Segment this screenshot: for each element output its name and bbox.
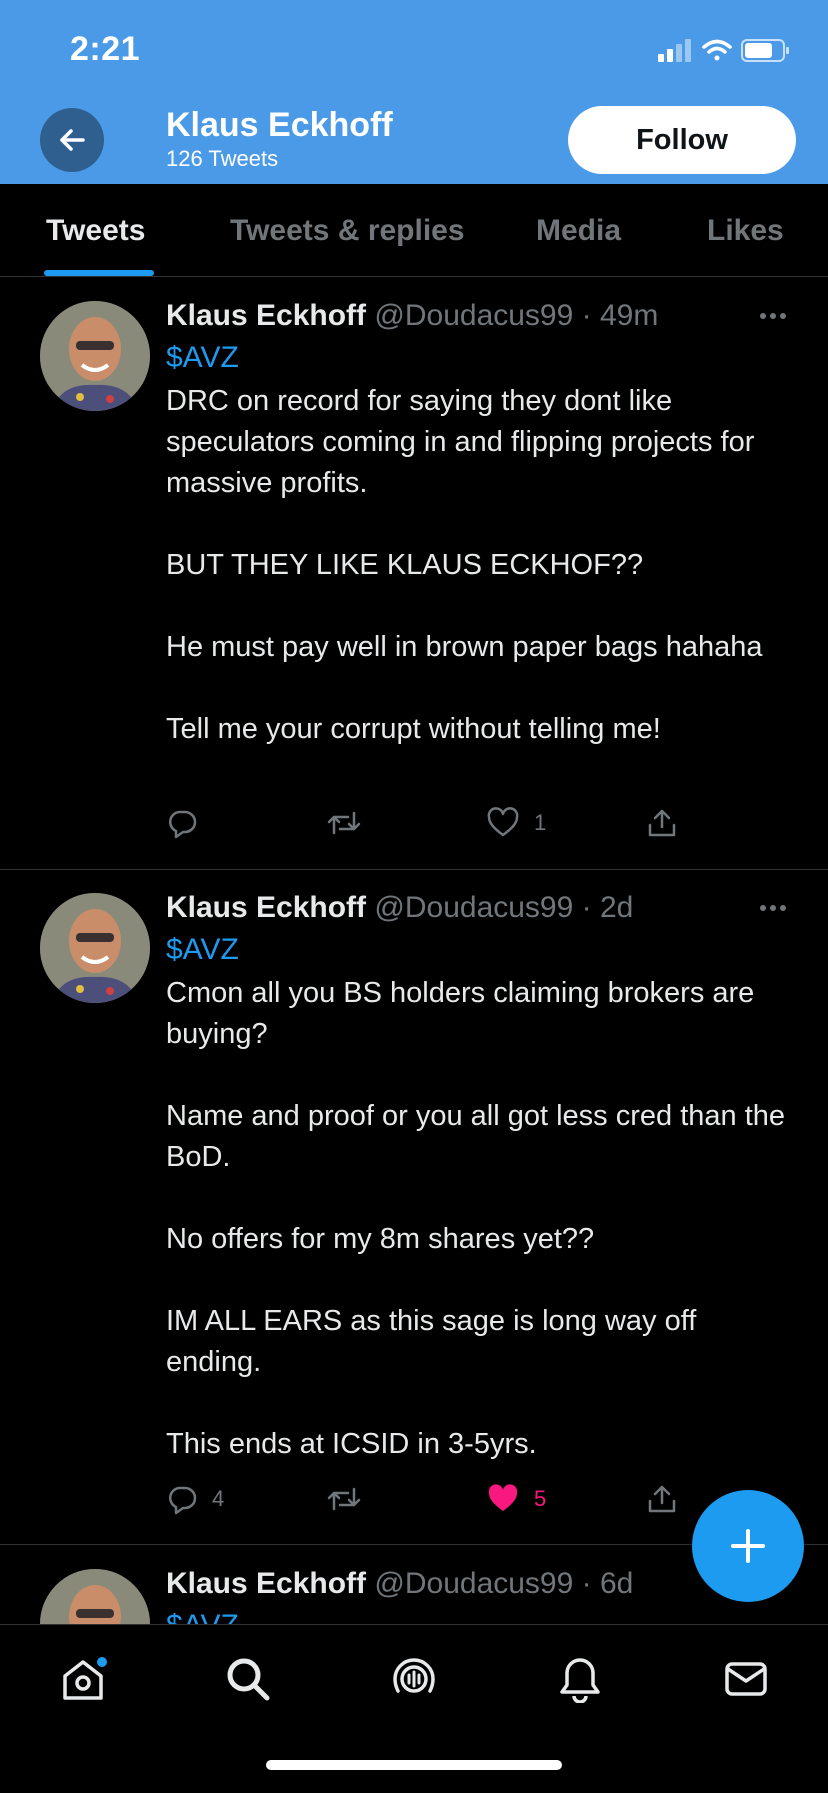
avatar-image bbox=[40, 1569, 150, 1624]
tweet-text: DRC on record for saying they dont like … bbox=[166, 385, 763, 745]
tweet-count: 126 Tweets bbox=[166, 146, 279, 171]
reply-button[interactable]: 4 bbox=[166, 1481, 224, 1517]
avatar[interactable] bbox=[40, 301, 150, 411]
author-name[interactable]: Klaus Eckhoff bbox=[166, 891, 366, 924]
retweet-icon bbox=[327, 811, 361, 835]
profile-header: 2:21 Klaus Eckhoff 126 Tweets Follow bbox=[0, 0, 828, 184]
author-handle[interactable]: @Doudacus99 bbox=[374, 299, 573, 332]
tab-likes[interactable]: Likes bbox=[707, 214, 784, 248]
tab-tweets-replies[interactable]: Tweets & replies bbox=[230, 214, 465, 248]
more-horizontal-icon[interactable] bbox=[758, 311, 788, 321]
messages-icon bbox=[725, 1662, 767, 1696]
plus-icon bbox=[731, 1529, 765, 1563]
share-button[interactable] bbox=[646, 805, 678, 841]
tweet[interactable]: Klaus Eckhoff @Doudacus99 · 2d $AVZ Cmon… bbox=[0, 869, 828, 1545]
reply-icon bbox=[169, 1486, 197, 1515]
reply-count: 4 bbox=[212, 1486, 225, 1511]
tweet-time[interactable]: 2d bbox=[600, 891, 633, 924]
cashtag-link[interactable]: $AVZ bbox=[166, 1609, 239, 1624]
tweet-actions: 4 5 bbox=[166, 1481, 686, 1521]
separator: · bbox=[581, 1567, 592, 1600]
tweet-header: Klaus Eckhoff @Doudacus99 · 2d bbox=[166, 891, 633, 925]
tweet-time[interactable]: 6d bbox=[600, 1567, 633, 1600]
like-count: 5 bbox=[534, 1486, 547, 1511]
avatar[interactable] bbox=[40, 1569, 150, 1624]
profile-name: Klaus Eckhoff bbox=[166, 106, 393, 144]
heart-filled-icon bbox=[488, 1484, 518, 1511]
notifications-icon bbox=[560, 1658, 600, 1703]
wifi-icon bbox=[702, 39, 732, 61]
tab-tweets[interactable]: Tweets bbox=[46, 214, 145, 248]
cashtag-link[interactable]: $AVZ bbox=[166, 933, 239, 967]
nav-messages[interactable] bbox=[718, 1651, 774, 1707]
nav-spaces[interactable] bbox=[386, 1651, 442, 1707]
author-name[interactable]: Klaus Eckhoff bbox=[166, 1567, 366, 1600]
profile-tabs: Tweets Tweets & replies Media Likes bbox=[0, 184, 828, 277]
like-count: 1 bbox=[534, 810, 547, 835]
tab-media[interactable]: Media bbox=[536, 214, 621, 248]
tweet-text: Cmon all you BS holders claiming brokers… bbox=[166, 977, 786, 1460]
reply-icon bbox=[169, 810, 197, 839]
home-indicator bbox=[266, 1760, 562, 1770]
retweet-icon bbox=[327, 1487, 361, 1511]
reply-button[interactable] bbox=[166, 805, 212, 841]
search-icon bbox=[227, 1658, 270, 1701]
author-handle[interactable]: @Doudacus99 bbox=[374, 891, 573, 924]
avatar[interactable] bbox=[40, 893, 150, 1003]
avatar-image bbox=[40, 893, 150, 1003]
back-button[interactable] bbox=[40, 108, 104, 172]
more-horizontal-icon[interactable] bbox=[758, 903, 788, 913]
author-handle[interactable]: @Doudacus99 bbox=[374, 1567, 573, 1600]
share-icon bbox=[648, 1485, 676, 1513]
retweet-button[interactable] bbox=[326, 805, 376, 841]
battery-icon bbox=[741, 39, 789, 62]
home-icon bbox=[63, 1657, 107, 1700]
tweet-time[interactable]: 49m bbox=[600, 299, 658, 332]
compose-tweet-button[interactable] bbox=[692, 1490, 804, 1602]
arrow-left-icon bbox=[60, 129, 85, 151]
share-icon bbox=[648, 809, 676, 837]
nav-notifications[interactable] bbox=[552, 1651, 608, 1707]
share-button[interactable] bbox=[646, 1481, 678, 1517]
separator: · bbox=[581, 891, 592, 924]
tweet-header: Klaus Eckhoff @Doudacus99 · 6d bbox=[166, 1567, 633, 1601]
status-icons bbox=[658, 39, 789, 62]
like-button[interactable]: 1 bbox=[486, 805, 546, 841]
active-tab-indicator bbox=[44, 270, 154, 276]
retweet-button[interactable] bbox=[326, 1481, 376, 1517]
cashtag-link[interactable]: $AVZ bbox=[166, 341, 239, 375]
tweet[interactable]: Klaus Eckhoff @Doudacus99 · 49m $AVZ DRC… bbox=[0, 277, 828, 870]
spaces-icon bbox=[393, 1658, 435, 1693]
heart-icon bbox=[487, 807, 519, 837]
nav-home[interactable] bbox=[55, 1651, 111, 1707]
follow-button[interactable]: Follow bbox=[568, 106, 796, 174]
separator: · bbox=[581, 299, 592, 332]
author-name[interactable]: Klaus Eckhoff bbox=[166, 299, 366, 332]
like-button[interactable]: 5 bbox=[486, 1481, 546, 1517]
tweet-actions: 1 bbox=[166, 805, 686, 845]
status-time: 2:21 bbox=[70, 30, 141, 68]
tweet-header: Klaus Eckhoff @Doudacus99 · 49m bbox=[166, 299, 658, 333]
signal-icon bbox=[658, 39, 691, 62]
nav-search[interactable] bbox=[220, 1651, 276, 1707]
avatar-image bbox=[40, 301, 150, 411]
